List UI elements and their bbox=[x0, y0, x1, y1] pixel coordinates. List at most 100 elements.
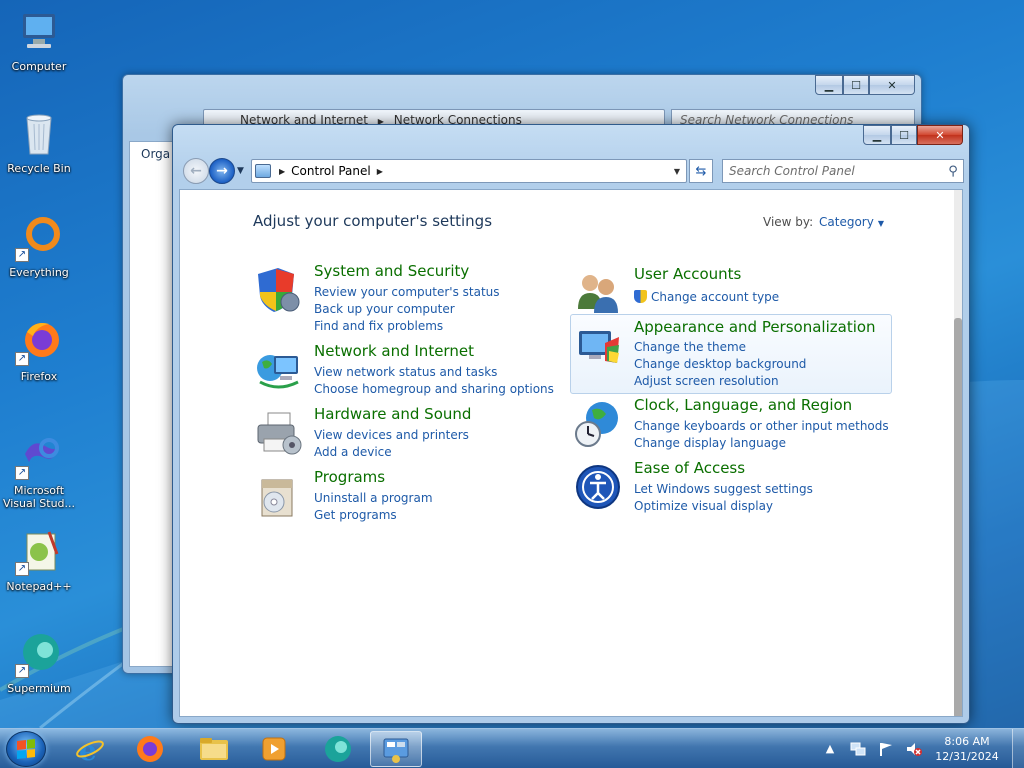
link-review-status[interactable]: Review your computer's status bbox=[314, 284, 500, 301]
category-system-security: System and Security Review your computer… bbox=[254, 262, 544, 336]
clock-time: 8:06 AM bbox=[944, 735, 990, 748]
chevron-down-icon[interactable]: ▼ bbox=[674, 167, 680, 176]
category-title-ease-of-access[interactable]: Ease of Access bbox=[634, 459, 745, 477]
refresh-button[interactable]: ⇆ bbox=[689, 159, 713, 183]
clock-globe-icon[interactable] bbox=[574, 400, 622, 448]
taskbar-firefox[interactable] bbox=[124, 731, 176, 767]
category-programs: Programs Uninstall a program Get program… bbox=[254, 468, 544, 526]
printer-icon[interactable] bbox=[254, 409, 302, 457]
organize-menu[interactable]: Orga bbox=[141, 147, 170, 161]
shield-icon[interactable] bbox=[254, 266, 302, 314]
breadcrumb-separator-icon[interactable]: ▶ bbox=[279, 167, 285, 176]
link-keyboards[interactable]: Change keyboards or other input methods bbox=[634, 418, 889, 435]
back-button[interactable]: ← bbox=[183, 158, 209, 184]
internet-explorer-icon: e bbox=[76, 734, 104, 764]
link-optimize-display[interactable]: Optimize visual display bbox=[634, 498, 813, 515]
action-center-flag-icon[interactable] bbox=[878, 741, 894, 757]
control-panel-icon bbox=[255, 164, 271, 178]
link-add-device[interactable]: Add a device bbox=[314, 444, 469, 461]
taskbar-media-player[interactable] bbox=[248, 731, 300, 767]
volume-muted-icon[interactable] bbox=[906, 741, 922, 757]
desktop-icon-everything[interactable]: ↗ Everything bbox=[1, 214, 77, 279]
control-panel-content: Adjust your computer's settings View by:… bbox=[179, 189, 963, 717]
search-icon[interactable]: ⚲ bbox=[943, 164, 963, 179]
category-title-appearance[interactable]: Appearance and Personalization bbox=[634, 318, 876, 336]
link-desktop-background[interactable]: Change desktop background bbox=[634, 356, 806, 373]
maximize-button[interactable]: ☐ bbox=[843, 75, 869, 95]
clock[interactable]: 8:06 AM 12/31/2024 bbox=[928, 734, 1006, 764]
link-change-account-type[interactable]: Change account type bbox=[634, 289, 779, 306]
close-button[interactable]: ✕ bbox=[917, 125, 963, 145]
link-suggest-settings[interactable]: Let Windows suggest settings bbox=[634, 481, 813, 498]
link-change-theme[interactable]: Change the theme bbox=[634, 339, 806, 356]
view-by-dropdown[interactable]: Category ▼ bbox=[819, 215, 884, 229]
minimize-button[interactable]: ▁ bbox=[815, 75, 843, 95]
network-globe-icon[interactable] bbox=[254, 346, 302, 394]
link-devices-printers[interactable]: View devices and printers bbox=[314, 427, 469, 444]
taskbar-control-panel[interactable] bbox=[370, 731, 422, 767]
link-backup[interactable]: Back up your computer bbox=[314, 301, 500, 318]
view-by-label: View by: bbox=[763, 215, 814, 229]
address-bar[interactable]: ▶ Control Panel ▶ ▼ bbox=[251, 159, 687, 183]
folder-icon bbox=[200, 738, 228, 760]
recent-pages-dropdown-icon[interactable]: ▼ bbox=[237, 166, 244, 176]
link-get-programs[interactable]: Get programs bbox=[314, 507, 433, 524]
link-find-fix[interactable]: Find and fix problems bbox=[314, 318, 500, 335]
category-links: Uninstall a program Get programs bbox=[314, 490, 433, 524]
link-network-status[interactable]: View network status and tasks bbox=[314, 364, 554, 381]
forward-button[interactable]: → bbox=[209, 158, 235, 184]
taskbar-internet-explorer[interactable]: e bbox=[64, 731, 116, 767]
breadcrumb-separator-icon[interactable]: ▶ bbox=[377, 167, 383, 176]
view-by-value[interactable]: Category bbox=[819, 215, 874, 229]
minimize-button[interactable]: ▁ bbox=[863, 125, 891, 145]
link-homegroup[interactable]: Choose homegroup and sharing options bbox=[314, 381, 554, 398]
personalization-icon[interactable] bbox=[575, 323, 623, 371]
desktop-icon-supermium[interactable]: ↗ Supermium bbox=[1, 630, 77, 695]
desktop-icon-firefox[interactable]: ↗ Firefox bbox=[1, 318, 77, 383]
chevron-down-icon[interactable]: ▼ bbox=[878, 219, 884, 228]
arrow-right-icon: → bbox=[216, 163, 228, 179]
link-screen-resolution[interactable]: Adjust screen resolution bbox=[634, 373, 806, 390]
category-title-programs[interactable]: Programs bbox=[314, 468, 385, 486]
ease-of-access-icon[interactable] bbox=[574, 463, 622, 511]
desktop-icon-notepadpp[interactable]: ↗ Notepad++ bbox=[1, 528, 77, 593]
arrow-left-icon: ← bbox=[190, 163, 202, 179]
users-icon[interactable] bbox=[574, 269, 622, 317]
category-links: View devices and printers Add a device bbox=[314, 427, 469, 461]
category-title-system-security[interactable]: System and Security bbox=[314, 262, 469, 280]
search-box[interactable]: ⚲ bbox=[722, 159, 964, 183]
category-title-clock[interactable]: Clock, Language, and Region bbox=[634, 396, 852, 414]
category-title-network-internet[interactable]: Network and Internet bbox=[314, 342, 474, 360]
category-title-user-accounts[interactable]: User Accounts bbox=[634, 265, 741, 283]
start-button[interactable] bbox=[6, 731, 46, 767]
taskbar-windows-explorer[interactable] bbox=[188, 731, 240, 767]
category-hardware-sound: Hardware and Sound View devices and prin… bbox=[254, 405, 544, 463]
category-links: Change keyboards or other input methods … bbox=[634, 418, 889, 452]
category-title-hardware-sound[interactable]: Hardware and Sound bbox=[314, 405, 471, 423]
firefox-icon: ↗ bbox=[15, 318, 63, 366]
show-hidden-icons-chevron-up-icon[interactable]: ▲ bbox=[822, 741, 838, 757]
desktop-icon-label: Firefox bbox=[20, 370, 58, 383]
desktop-icon-recycle-bin[interactable]: Recycle Bin bbox=[1, 110, 77, 175]
programs-icon[interactable] bbox=[254, 472, 302, 520]
control-panel-window[interactable]: ▁ ☐ ✕ ← → ▼ ▶ Control Panel ▶ ▼ ⇆ ⚲ Adju… bbox=[172, 124, 970, 724]
close-button[interactable]: ✕ bbox=[869, 75, 915, 95]
page-title: Adjust your computer's settings bbox=[253, 212, 493, 230]
refresh-icon: ⇆ bbox=[695, 163, 707, 179]
maximize-button[interactable]: ☐ bbox=[891, 125, 917, 145]
link-display-language[interactable]: Change display language bbox=[634, 435, 889, 452]
clock-date: 12/31/2024 bbox=[935, 750, 999, 763]
scrollbar-thumb[interactable] bbox=[954, 318, 962, 716]
desktop-icon-computer[interactable]: Computer bbox=[1, 8, 77, 73]
link-uninstall[interactable]: Uninstall a program bbox=[314, 490, 433, 507]
taskbar-supermium[interactable] bbox=[312, 731, 364, 767]
breadcrumb-control-panel[interactable]: Control Panel bbox=[291, 164, 371, 178]
category-links: Change the theme Change desktop backgrou… bbox=[634, 339, 806, 390]
show-desktop-button[interactable] bbox=[1012, 729, 1024, 768]
recycle-bin-icon bbox=[15, 110, 63, 158]
category-links: Review your computer's status Back up yo… bbox=[314, 284, 500, 335]
search-input[interactable] bbox=[723, 164, 943, 178]
desktop-icon-visual-studio[interactable]: ↗ Microsoft Visual Stud... bbox=[1, 432, 77, 510]
network-icon[interactable] bbox=[850, 741, 866, 757]
link-text[interactable]: Change account type bbox=[651, 290, 779, 304]
